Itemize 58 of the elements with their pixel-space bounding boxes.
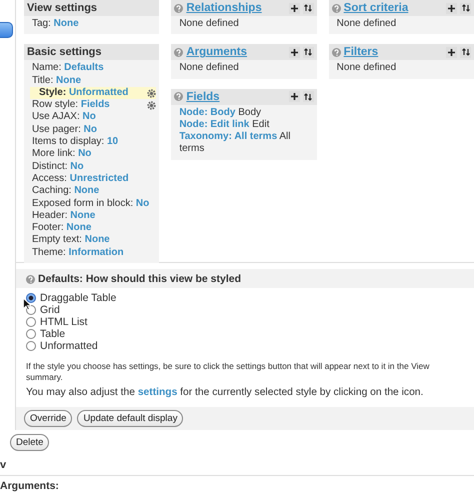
setting-label: Items to display: 10 [32,136,118,148]
setting-label: Footer: None [32,222,92,234]
setting-label: Name: Defaults [32,62,104,75]
arguments-label: Arguments: [0,480,60,492]
setting-link[interactable]: None [74,185,100,196]
settings-link[interactable]: settings [138,387,178,398]
setting-link[interactable]: Defaults [64,62,104,74]
radio-option[interactable]: Table [26,328,466,340]
setting-label: Style: Unformatted [38,86,128,100]
hint-text: You may also adjust the settings for the currently selected style by clicking on the icon. [26,387,424,400]
setting-link[interactable]: No [136,198,150,209]
delete-button[interactable]: Delete [10,434,50,451]
setting-link[interactable]: None [84,234,110,246]
section-entry: None defined [179,62,240,75]
setting-label: Theme: Information [32,246,124,260]
setting-label: Empty text: None [32,234,110,247]
radio-option[interactable]: HTML List [26,316,466,328]
radio-option[interactable]: Unformatted [26,340,466,352]
panel-title: View settings [24,0,160,16]
field-link[interactable]: Taxonomy: All terms [179,131,278,142]
setting-label: Caching: None [32,185,100,198]
setting-label: Tag: None [32,18,79,30]
section-entry: None defined [336,62,398,75]
form-button[interactable]: Update default display [77,410,184,427]
setting-label: Distinct: No [32,160,84,173]
setting-link[interactable]: None [70,210,96,221]
setting-link[interactable]: Unformatted [68,86,128,98]
section-entry: Taxonomy: All terms All terms [179,131,292,156]
setting-link[interactable]: None [66,222,92,234]
field-link[interactable]: Node: Body [179,106,236,118]
setting-link[interactable]: Information [68,246,124,258]
setting-label: Access: Unrestricted [32,172,129,186]
help-text: If the style you choose has settings, be sure to click the settings button that will appear next to it in the View summary. [26,361,430,384]
setting-link[interactable]: 10 [106,136,118,148]
setting-link[interactable]: No [82,111,96,122]
setting-link[interactable]: No [70,160,84,172]
setting-link[interactable]: No [78,148,92,160]
setting-label: Exposed form in block: No [32,198,150,210]
heading: v [0,458,8,471]
setting-link[interactable]: None [54,18,79,29]
section-entry: None defined [336,18,398,30]
form-title: Defaults: How should this view be styled [38,273,242,286]
section-entry: Node: Body Body [179,106,262,119]
setting-label: Row style: Fields [32,99,110,112]
setting-label: Title: None [32,74,82,87]
setting-label: Use AJAX: No [32,111,96,124]
setting-label: Use pager: No [32,124,97,136]
field-link[interactable]: Node: Edit link [179,118,250,130]
form-button[interactable]: Override [24,410,72,427]
setting-link[interactable]: Unrestricted [70,172,129,184]
setting-link[interactable]: None [56,74,82,86]
setting-link[interactable]: No [84,124,97,135]
section-entry: Node: Edit link Edit [179,118,270,132]
setting-label: More link: No [32,148,92,161]
section-entry: None defined [179,18,240,30]
panel-title: Basic settings [24,44,160,60]
setting-link[interactable]: Fields [80,99,110,110]
setting-label: Header: None [32,210,96,222]
